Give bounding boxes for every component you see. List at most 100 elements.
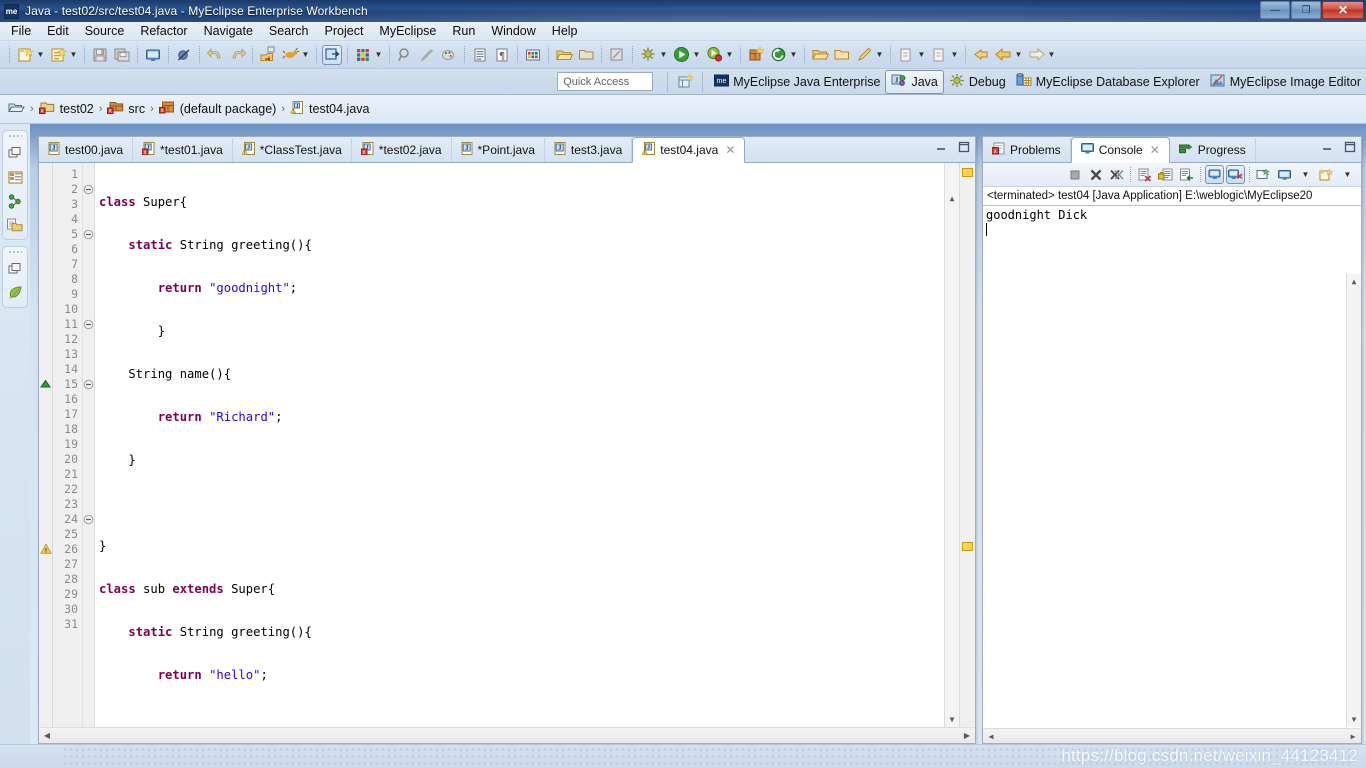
format-icon[interactable]	[417, 45, 437, 65]
view-tab-problems[interactable]: x Problems	[983, 138, 1071, 162]
last-edit-location-icon[interactable]	[971, 45, 991, 65]
breadcrumb-workspace[interactable]	[8, 100, 25, 118]
new-java-class-dropdown-arrow[interactable]: ▼	[69, 45, 78, 65]
save-icon[interactable]	[90, 45, 110, 65]
previous-annotation-dropdown-arrow[interactable]: ▼	[950, 45, 959, 65]
new-java-class-icon[interactable]	[48, 45, 68, 65]
breadcrumb-source-folder[interactable]: x src	[107, 100, 145, 118]
close-icon[interactable]: ✕	[725, 143, 735, 157]
pencil-icon[interactable]	[854, 45, 874, 65]
back-dropdown-arrow[interactable]: ▼	[1014, 45, 1023, 65]
minimize-console-button[interactable]	[1320, 140, 1334, 154]
clear-console-icon[interactable]	[1135, 165, 1154, 184]
editor-code-area[interactable]: class Super{ static String greeting(){ r…	[95, 163, 959, 743]
run-dropdown-arrow[interactable]: ▼	[692, 45, 701, 65]
perspective-java[interactable]: J Java	[885, 69, 944, 94]
export-icon[interactable]	[258, 45, 278, 65]
editor-folding-ruler[interactable]	[83, 163, 95, 743]
ant-dropdown-arrow[interactable]: ▼	[301, 45, 310, 65]
open-resource-icon[interactable]	[576, 45, 596, 65]
maximize-editor-button[interactable]	[957, 140, 971, 154]
run-external-tool-icon[interactable]	[704, 45, 724, 65]
visual-designer-icon[interactable]	[523, 45, 543, 65]
myeclipse-palette-icon[interactable]	[353, 45, 373, 65]
terminate-icon[interactable]	[1065, 165, 1084, 184]
new-console-dropdown-arrow[interactable]: ▼	[1338, 165, 1357, 184]
refresh-dropdown-arrow[interactable]: ▼	[789, 45, 798, 65]
editor-tab-test04[interactable]: J! test04.java ✕	[632, 137, 746, 163]
open-perspective-icon[interactable]	[675, 72, 695, 92]
refresh-view-icon[interactable]	[607, 45, 627, 65]
new-wizard-icon[interactable]	[15, 45, 35, 65]
menu-myeclipse[interactable]: MyEclipse	[371, 23, 444, 39]
close-icon[interactable]: ✕	[1150, 143, 1160, 157]
console-output[interactable]: goodnight Dick ▲ ▼ ◀ ▶	[983, 205, 1361, 743]
word-wrap-icon[interactable]	[1177, 165, 1196, 184]
menu-search[interactable]: Search	[261, 23, 317, 39]
editor-tab-classtest[interactable]: J! *ClassTest.java	[233, 138, 352, 162]
console-view-menu-icon[interactable]	[1275, 165, 1294, 184]
restore-icon[interactable]	[6, 260, 24, 278]
perspective-database-explorer[interactable]: MyEclipse Database Explorer	[1011, 71, 1205, 93]
scroll-down-arrow[interactable]: ▼	[945, 712, 959, 727]
scroll-down-arrow[interactable]: ▼	[1347, 712, 1361, 727]
warning-marker-icon[interactable]: !	[40, 542, 52, 560]
new-package-icon[interactable]	[746, 45, 766, 65]
fold-toggle-line15[interactable]	[83, 377, 94, 392]
fast-view-grip[interactable]	[8, 134, 22, 138]
restore-button[interactable]: ❐	[1291, 1, 1321, 19]
ant-build-icon[interactable]	[280, 45, 300, 65]
open-project-folder-icon[interactable]	[810, 45, 830, 65]
overview-marker-warning-top[interactable]	[962, 168, 973, 177]
next-annotation-icon[interactable]	[896, 45, 916, 65]
quick-access-input[interactable]: Quick Access	[557, 72, 654, 91]
new-wizard-dropdown-arrow[interactable]: ▼	[36, 45, 45, 65]
run-debug-config-icon[interactable]	[638, 45, 658, 65]
back-icon[interactable]	[993, 45, 1013, 65]
run-icon[interactable]	[671, 45, 691, 65]
menu-project[interactable]: Project	[317, 23, 372, 39]
scroll-right-arrow[interactable]: ▶	[1345, 732, 1361, 741]
close-folder-icon[interactable]	[832, 45, 852, 65]
scroll-left-arrow[interactable]: ◀	[39, 731, 55, 740]
overview-marker-warning-line26[interactable]	[962, 542, 973, 551]
outline-icon[interactable]	[470, 45, 490, 65]
remove-all-terminated-icon[interactable]	[1107, 165, 1126, 184]
fold-toggle-line2[interactable]	[83, 182, 94, 197]
editor-tab-point[interactable]: J *Point.java	[452, 138, 545, 162]
menu-edit[interactable]: Edit	[39, 23, 77, 39]
display-selected-console-icon[interactable]	[1226, 165, 1245, 184]
editor-vertical-scrollbar[interactable]: ▲ ▼	[944, 163, 959, 727]
editor-tab-test02[interactable]: Jx *test02.java	[352, 138, 452, 162]
redo-icon[interactable]	[227, 45, 247, 65]
remove-launch-icon[interactable]	[1086, 165, 1105, 184]
fold-toggle-line11[interactable]	[83, 317, 94, 332]
myeclipse-leaf-icon[interactable]	[6, 284, 24, 302]
fast-view-grip-2[interactable]	[8, 250, 22, 254]
editor-tab-test01[interactable]: Jx *test01.java	[133, 138, 233, 162]
scroll-up-arrow[interactable]: ▲	[1347, 274, 1361, 289]
breadcrumb-file[interactable]: J! test04.java	[289, 100, 369, 118]
perspective-debug[interactable]: Debug	[944, 71, 1011, 93]
save-all-icon[interactable]	[112, 45, 132, 65]
external-tool-dropdown-arrow[interactable]: ▼	[725, 45, 734, 65]
editor-tab-test3[interactable]: J test3.java	[545, 138, 633, 162]
console-view-menu-arrow[interactable]: ▼	[1296, 165, 1315, 184]
type-hierarchy-icon[interactable]	[6, 192, 24, 210]
scroll-up-arrow[interactable]: ▲	[945, 191, 959, 206]
scroll-left-arrow[interactable]: ◀	[983, 732, 999, 741]
pin-console-icon[interactable]	[1205, 165, 1224, 184]
next-annotation-dropdown-arrow[interactable]: ▼	[917, 45, 926, 65]
search-icon[interactable]	[395, 45, 415, 65]
perspective-myeclipse-java-enterprise[interactable]: me MyEclipse Java Enterprise	[709, 71, 885, 93]
breadcrumb-package[interactable]: x (default package)	[158, 100, 276, 118]
undo-icon[interactable]	[205, 45, 225, 65]
editor-horizontal-scrollbar[interactable]: ◀ ▶	[39, 727, 975, 743]
scroll-right-arrow[interactable]: ▶	[959, 731, 975, 740]
debug-dropdown-arrow[interactable]: ▼	[659, 45, 668, 65]
new-console-view-icon[interactable]	[1317, 165, 1336, 184]
menu-window[interactable]: Window	[483, 23, 543, 39]
menu-run[interactable]: Run	[444, 23, 483, 39]
menu-navigate[interactable]: Navigate	[196, 23, 261, 39]
package-explorer-icon[interactable]	[6, 168, 24, 186]
